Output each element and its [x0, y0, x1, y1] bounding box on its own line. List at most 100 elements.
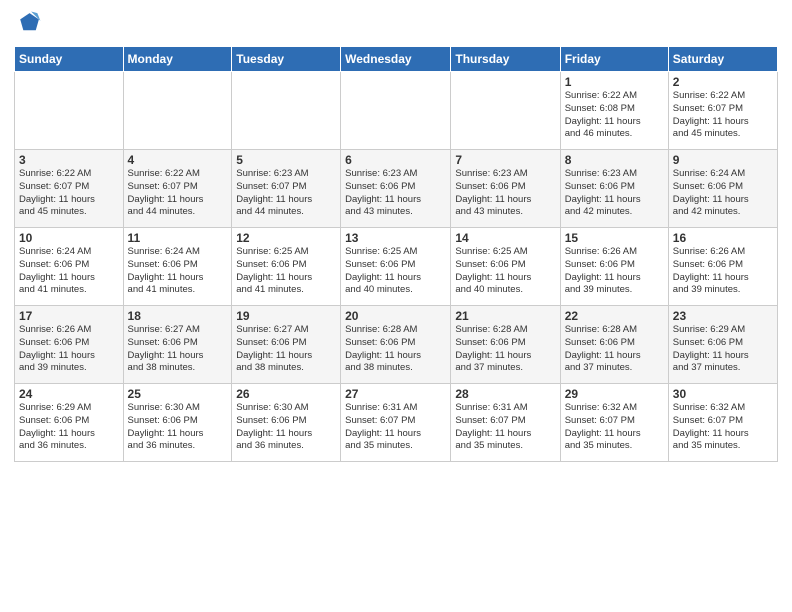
calendar-day-15: 15Sunrise: 6:26 AM Sunset: 6:06 PM Dayli… — [560, 228, 668, 306]
calendar-day-empty-2 — [232, 72, 341, 150]
day-info: Sunrise: 6:22 AM Sunset: 6:07 PM Dayligh… — [19, 168, 119, 219]
day-number: 29 — [565, 387, 664, 401]
calendar-day-14: 14Sunrise: 6:25 AM Sunset: 6:06 PM Dayli… — [451, 228, 560, 306]
calendar-day-19: 19Sunrise: 6:27 AM Sunset: 6:06 PM Dayli… — [232, 306, 341, 384]
day-number: 11 — [128, 231, 228, 245]
day-info: Sunrise: 6:29 AM Sunset: 6:06 PM Dayligh… — [19, 402, 119, 453]
day-number: 14 — [455, 231, 555, 245]
calendar-day-empty-1 — [123, 72, 232, 150]
day-number: 6 — [345, 153, 446, 167]
day-number: 22 — [565, 309, 664, 323]
calendar-day-26: 26Sunrise: 6:30 AM Sunset: 6:06 PM Dayli… — [232, 384, 341, 462]
calendar-week-2: 3Sunrise: 6:22 AM Sunset: 6:07 PM Daylig… — [15, 150, 778, 228]
calendar-day-empty-0 — [15, 72, 124, 150]
calendar-day-12: 12Sunrise: 6:25 AM Sunset: 6:06 PM Dayli… — [232, 228, 341, 306]
day-number: 28 — [455, 387, 555, 401]
weekday-header-tuesday: Tuesday — [232, 47, 341, 72]
day-number: 30 — [673, 387, 773, 401]
day-number: 1 — [565, 75, 664, 89]
calendar-header-row: SundayMondayTuesdayWednesdayThursdayFrid… — [15, 47, 778, 72]
day-number: 17 — [19, 309, 119, 323]
day-info: Sunrise: 6:26 AM Sunset: 6:06 PM Dayligh… — [673, 246, 773, 297]
day-info: Sunrise: 6:25 AM Sunset: 6:06 PM Dayligh… — [345, 246, 446, 297]
calendar-day-24: 24Sunrise: 6:29 AM Sunset: 6:06 PM Dayli… — [15, 384, 124, 462]
day-info: Sunrise: 6:22 AM Sunset: 6:07 PM Dayligh… — [673, 90, 773, 141]
day-info: Sunrise: 6:30 AM Sunset: 6:06 PM Dayligh… — [128, 402, 228, 453]
calendar-day-28: 28Sunrise: 6:31 AM Sunset: 6:07 PM Dayli… — [451, 384, 560, 462]
day-info: Sunrise: 6:27 AM Sunset: 6:06 PM Dayligh… — [236, 324, 336, 375]
calendar-day-23: 23Sunrise: 6:29 AM Sunset: 6:06 PM Dayli… — [668, 306, 777, 384]
day-number: 12 — [236, 231, 336, 245]
calendar-week-3: 10Sunrise: 6:24 AM Sunset: 6:06 PM Dayli… — [15, 228, 778, 306]
day-info: Sunrise: 6:23 AM Sunset: 6:06 PM Dayligh… — [345, 168, 446, 219]
calendar-day-20: 20Sunrise: 6:28 AM Sunset: 6:06 PM Dayli… — [341, 306, 451, 384]
day-info: Sunrise: 6:26 AM Sunset: 6:06 PM Dayligh… — [19, 324, 119, 375]
calendar-day-18: 18Sunrise: 6:27 AM Sunset: 6:06 PM Dayli… — [123, 306, 232, 384]
calendar-day-7: 7Sunrise: 6:23 AM Sunset: 6:06 PM Daylig… — [451, 150, 560, 228]
calendar-day-30: 30Sunrise: 6:32 AM Sunset: 6:07 PM Dayli… — [668, 384, 777, 462]
calendar-day-8: 8Sunrise: 6:23 AM Sunset: 6:06 PM Daylig… — [560, 150, 668, 228]
day-info: Sunrise: 6:28 AM Sunset: 6:06 PM Dayligh… — [345, 324, 446, 375]
calendar-day-2: 2Sunrise: 6:22 AM Sunset: 6:07 PM Daylig… — [668, 72, 777, 150]
day-info: Sunrise: 6:25 AM Sunset: 6:06 PM Dayligh… — [236, 246, 336, 297]
weekday-header-wednesday: Wednesday — [341, 47, 451, 72]
day-number: 16 — [673, 231, 773, 245]
day-info: Sunrise: 6:32 AM Sunset: 6:07 PM Dayligh… — [565, 402, 664, 453]
day-number: 13 — [345, 231, 446, 245]
calendar-week-1: 1Sunrise: 6:22 AM Sunset: 6:08 PM Daylig… — [15, 72, 778, 150]
calendar-day-25: 25Sunrise: 6:30 AM Sunset: 6:06 PM Dayli… — [123, 384, 232, 462]
day-info: Sunrise: 6:24 AM Sunset: 6:06 PM Dayligh… — [19, 246, 119, 297]
day-info: Sunrise: 6:24 AM Sunset: 6:06 PM Dayligh… — [128, 246, 228, 297]
day-number: 10 — [19, 231, 119, 245]
day-info: Sunrise: 6:27 AM Sunset: 6:06 PM Dayligh… — [128, 324, 228, 375]
calendar-day-21: 21Sunrise: 6:28 AM Sunset: 6:06 PM Dayli… — [451, 306, 560, 384]
calendar-day-27: 27Sunrise: 6:31 AM Sunset: 6:07 PM Dayli… — [341, 384, 451, 462]
day-number: 25 — [128, 387, 228, 401]
day-number: 20 — [345, 309, 446, 323]
page: SundayMondayTuesdayWednesdayThursdayFrid… — [0, 0, 792, 612]
weekday-header-thursday: Thursday — [451, 47, 560, 72]
day-info: Sunrise: 6:31 AM Sunset: 6:07 PM Dayligh… — [345, 402, 446, 453]
day-info: Sunrise: 6:30 AM Sunset: 6:06 PM Dayligh… — [236, 402, 336, 453]
calendar-week-4: 17Sunrise: 6:26 AM Sunset: 6:06 PM Dayli… — [15, 306, 778, 384]
day-info: Sunrise: 6:23 AM Sunset: 6:06 PM Dayligh… — [455, 168, 555, 219]
day-number: 3 — [19, 153, 119, 167]
day-number: 24 — [19, 387, 119, 401]
logo — [14, 10, 44, 38]
day-info: Sunrise: 6:25 AM Sunset: 6:06 PM Dayligh… — [455, 246, 555, 297]
day-number: 27 — [345, 387, 446, 401]
day-info: Sunrise: 6:28 AM Sunset: 6:06 PM Dayligh… — [565, 324, 664, 375]
logo-icon — [14, 10, 42, 38]
day-number: 2 — [673, 75, 773, 89]
calendar-day-10: 10Sunrise: 6:24 AM Sunset: 6:06 PM Dayli… — [15, 228, 124, 306]
day-info: Sunrise: 6:29 AM Sunset: 6:06 PM Dayligh… — [673, 324, 773, 375]
day-number: 21 — [455, 309, 555, 323]
day-number: 23 — [673, 309, 773, 323]
day-number: 15 — [565, 231, 664, 245]
header — [14, 10, 778, 38]
calendar-day-empty-4 — [451, 72, 560, 150]
calendar-day-29: 29Sunrise: 6:32 AM Sunset: 6:07 PM Dayli… — [560, 384, 668, 462]
day-number: 7 — [455, 153, 555, 167]
day-info: Sunrise: 6:32 AM Sunset: 6:07 PM Dayligh… — [673, 402, 773, 453]
day-number: 5 — [236, 153, 336, 167]
day-info: Sunrise: 6:23 AM Sunset: 6:06 PM Dayligh… — [565, 168, 664, 219]
calendar-day-11: 11Sunrise: 6:24 AM Sunset: 6:06 PM Dayli… — [123, 228, 232, 306]
day-info: Sunrise: 6:22 AM Sunset: 6:07 PM Dayligh… — [128, 168, 228, 219]
calendar-day-17: 17Sunrise: 6:26 AM Sunset: 6:06 PM Dayli… — [15, 306, 124, 384]
calendar-day-22: 22Sunrise: 6:28 AM Sunset: 6:06 PM Dayli… — [560, 306, 668, 384]
day-info: Sunrise: 6:23 AM Sunset: 6:07 PM Dayligh… — [236, 168, 336, 219]
day-info: Sunrise: 6:24 AM Sunset: 6:06 PM Dayligh… — [673, 168, 773, 219]
calendar-table: SundayMondayTuesdayWednesdayThursdayFrid… — [14, 46, 778, 462]
calendar-day-3: 3Sunrise: 6:22 AM Sunset: 6:07 PM Daylig… — [15, 150, 124, 228]
calendar-day-13: 13Sunrise: 6:25 AM Sunset: 6:06 PM Dayli… — [341, 228, 451, 306]
calendar-day-empty-3 — [341, 72, 451, 150]
day-number: 18 — [128, 309, 228, 323]
calendar-day-6: 6Sunrise: 6:23 AM Sunset: 6:06 PM Daylig… — [341, 150, 451, 228]
day-number: 26 — [236, 387, 336, 401]
day-number: 8 — [565, 153, 664, 167]
calendar-day-1: 1Sunrise: 6:22 AM Sunset: 6:08 PM Daylig… — [560, 72, 668, 150]
calendar-day-9: 9Sunrise: 6:24 AM Sunset: 6:06 PM Daylig… — [668, 150, 777, 228]
calendar-week-5: 24Sunrise: 6:29 AM Sunset: 6:06 PM Dayli… — [15, 384, 778, 462]
weekday-header-sunday: Sunday — [15, 47, 124, 72]
